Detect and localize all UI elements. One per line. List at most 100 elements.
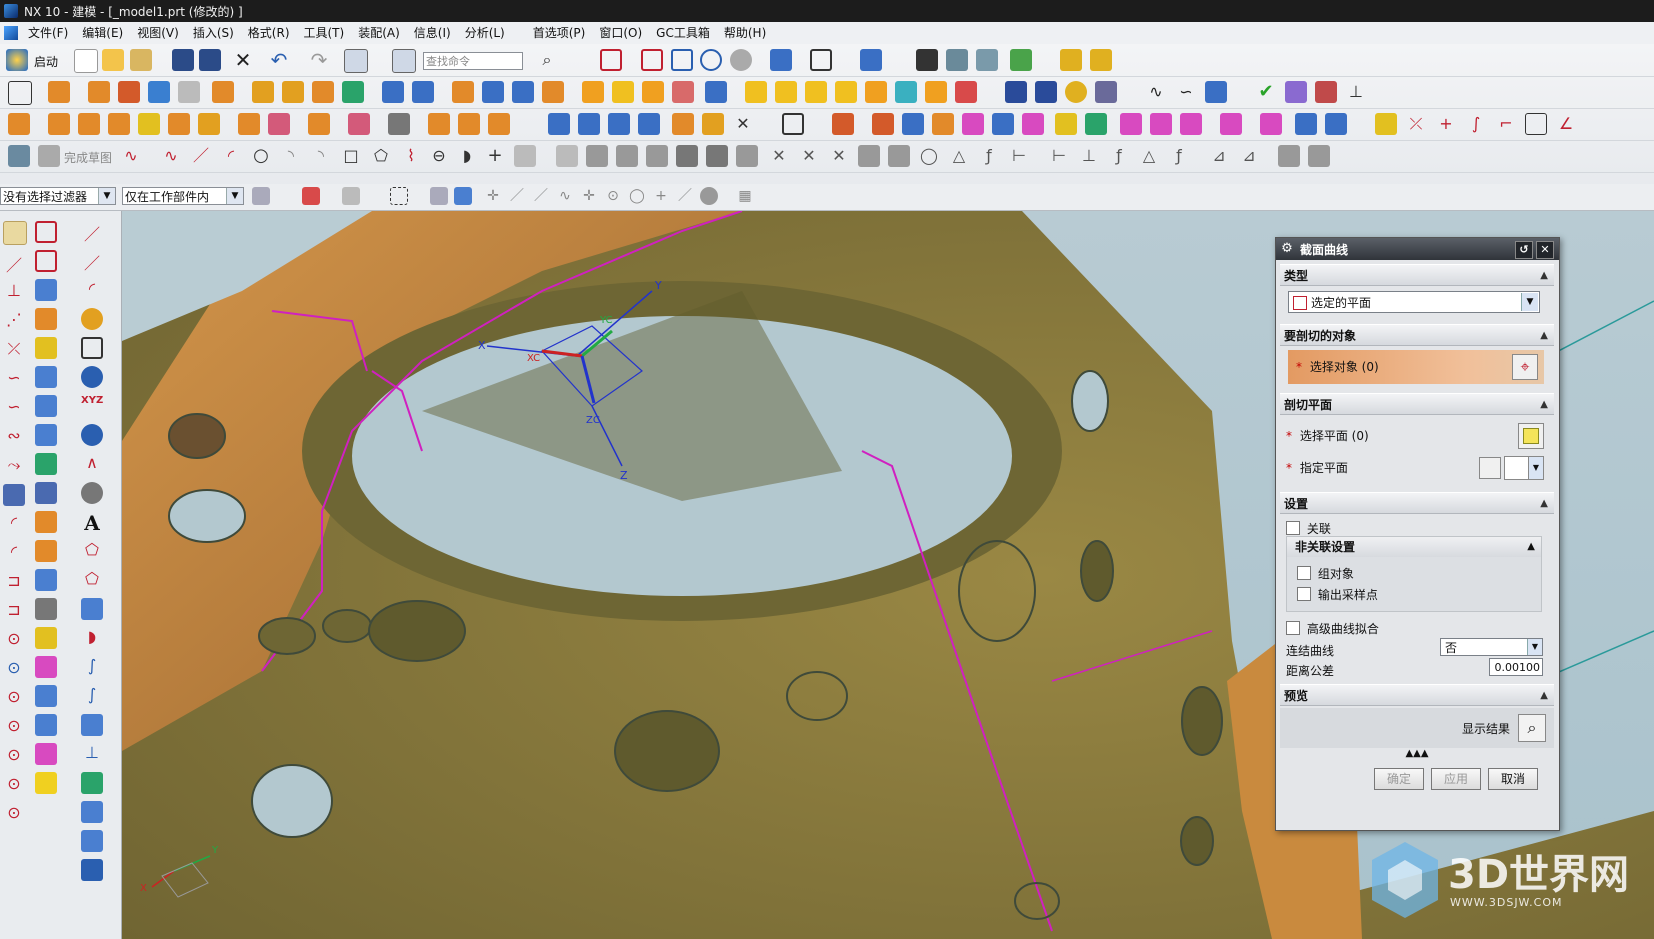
edit-cross-section-icon[interactable]	[702, 113, 724, 135]
cross-icon[interactable]: ⤫	[3, 339, 25, 361]
non-assoc-header[interactable]: 非关联设置 ▲	[1287, 537, 1541, 557]
coil-tool-icon[interactable]	[81, 366, 103, 388]
rectangle-select-icon[interactable]	[390, 187, 408, 205]
menu-file[interactable]: 文件(F)	[21, 22, 75, 44]
circle2-tool-icon[interactable]: ⊙	[3, 658, 25, 680]
existing-point-icon[interactable]: ◯	[628, 187, 646, 205]
pull-face-icon[interactable]	[48, 113, 70, 135]
bridge-icon[interactable]	[1022, 113, 1044, 135]
replace-icon[interactable]	[108, 113, 130, 135]
offset-surface-icon[interactable]	[1120, 113, 1142, 135]
sheet4-tool-icon[interactable]	[35, 453, 57, 475]
animate-dimension-icon[interactable]: ⊥	[1078, 145, 1100, 167]
arc-tool-icon[interactable]: ◜	[3, 513, 25, 535]
subtract-icon[interactable]	[342, 81, 364, 103]
join-curve-icon[interactable]: ∠	[1555, 113, 1577, 135]
cylinder-tool-icon[interactable]	[35, 540, 57, 562]
conic-icon[interactable]: ◗	[456, 145, 478, 167]
sketch-icon[interactable]	[8, 81, 32, 105]
pattern-icon[interactable]	[282, 81, 304, 103]
blob2-tool-icon[interactable]: ⬠	[81, 569, 103, 591]
distance-tol-input[interactable]: 0.00100	[1489, 658, 1543, 676]
i-form-icon[interactable]	[1325, 113, 1347, 135]
profile2-icon[interactable]: ∿	[160, 145, 182, 167]
project-curve-icon[interactable]	[676, 145, 698, 167]
mirror-tool-icon[interactable]	[81, 859, 103, 881]
menu-assembly[interactable]: 装配(A)	[351, 22, 407, 44]
helix-icon[interactable]	[1205, 81, 1227, 103]
menu-info[interactable]: 信息(I)	[407, 22, 458, 44]
linear-dimension-icon[interactable]	[548, 113, 570, 135]
sketch-task-icon[interactable]	[8, 145, 30, 167]
d-shape-icon[interactable]: ◗	[81, 627, 103, 649]
advanced-fit-checkbox[interactable]	[1286, 621, 1300, 635]
smooth-curve-icon[interactable]	[1525, 113, 1547, 135]
patch-icon[interactable]	[642, 81, 664, 103]
surface-tool-icon[interactable]	[81, 598, 103, 620]
figure-tool-icon[interactable]	[35, 598, 57, 620]
replace-face-icon[interactable]	[672, 81, 694, 103]
paste-face-icon[interactable]	[268, 113, 290, 135]
section-objects-header[interactable]: 要剖切的对象 ▲	[1280, 324, 1554, 346]
offset-sketch-icon[interactable]	[514, 145, 536, 167]
select-icon[interactable]	[3, 221, 27, 245]
dialog-title-bar[interactable]: ⚙ 截面曲线 ↺ ✕	[1276, 238, 1559, 260]
save-icon[interactable]	[172, 49, 194, 71]
sheet-tool-icon[interactable]	[35, 366, 57, 388]
project-tool-icon[interactable]	[81, 772, 103, 794]
start-icon[interactable]	[6, 49, 28, 71]
curve-length-icon[interactable]: ∫	[1465, 113, 1487, 135]
plane-dialog-icon[interactable]	[1479, 457, 1501, 479]
associative-checkbox[interactable]	[1286, 521, 1300, 535]
make-corner-icon[interactable]: ✕	[768, 145, 790, 167]
unite-icon[interactable]	[312, 81, 334, 103]
curve-rule-icon[interactable]	[342, 187, 360, 205]
analysis-icon[interactable]	[1285, 81, 1307, 103]
snap-point-icon[interactable]	[430, 187, 448, 205]
trim-tool-icon[interactable]: ⊐	[3, 600, 25, 622]
paste-icon[interactable]	[392, 49, 416, 73]
sketch-tool-icon[interactable]	[35, 714, 57, 736]
section-preview-header[interactable]: 预览 ▲	[1280, 684, 1554, 706]
crosshair-icon[interactable]: ⌖	[1512, 354, 1538, 380]
mirror-face-icon[interactable]	[308, 113, 330, 135]
copy-icon[interactable]	[344, 49, 368, 73]
point-on-curve-icon[interactable]: +	[652, 187, 670, 205]
line3-tool-icon[interactable]: ／	[81, 221, 103, 244]
menu-format[interactable]: 格式(R)	[241, 22, 297, 44]
save-all-icon[interactable]	[199, 49, 221, 71]
search-command-input[interactable]: 查找命令	[423, 52, 523, 70]
pattern-curve-icon[interactable]	[556, 145, 578, 167]
dashed-line-icon[interactable]: ⋰	[3, 310, 25, 332]
styled-blend-icon[interactable]	[1260, 113, 1282, 135]
plane-select-icon[interactable]	[1518, 423, 1544, 449]
wrap-tool-icon[interactable]	[81, 801, 103, 823]
menu-insert[interactable]: 插入(S)	[186, 22, 241, 44]
point-icon[interactable]	[1095, 81, 1117, 103]
assembly-icon[interactable]	[1060, 49, 1082, 71]
close-icon[interactable]: ✕	[232, 49, 254, 71]
grid-snap-icon[interactable]: ▦	[736, 187, 754, 205]
menu-window[interactable]: 窗口(O)	[592, 22, 649, 44]
through-curves-icon[interactable]	[872, 113, 894, 135]
sketch-style-icon[interactable]: ⊿	[1208, 145, 1230, 167]
xyz-tool-icon[interactable]: XYZ	[81, 395, 103, 417]
rect-select-icon[interactable]	[35, 221, 57, 243]
edit-section-icon[interactable]	[672, 113, 694, 135]
open-folder-icon[interactable]	[102, 49, 124, 71]
measure-icon[interactable]	[1010, 49, 1032, 71]
polyline-tool-icon[interactable]: ∧	[81, 453, 103, 475]
section-settings-header[interactable]: 设置 ▲	[1280, 492, 1554, 514]
boss-icon[interactable]	[148, 81, 170, 103]
show-constraints-icon[interactable]	[858, 145, 880, 167]
box-tool-icon[interactable]	[35, 511, 57, 533]
corner-tool-icon[interactable]: ⊐	[3, 571, 25, 593]
helix-tool-icon[interactable]: ∾	[3, 426, 25, 448]
groove-icon[interactable]	[835, 81, 857, 103]
mirror-curve-icon[interactable]	[586, 145, 608, 167]
silhouette-icon[interactable]	[1180, 113, 1202, 135]
circle7-tool-icon[interactable]: ⊙	[3, 803, 25, 825]
arc-center-icon[interactable]: ✛	[580, 187, 598, 205]
surface-icon[interactable]	[832, 113, 854, 135]
mid-point-icon[interactable]: ／	[508, 187, 526, 205]
